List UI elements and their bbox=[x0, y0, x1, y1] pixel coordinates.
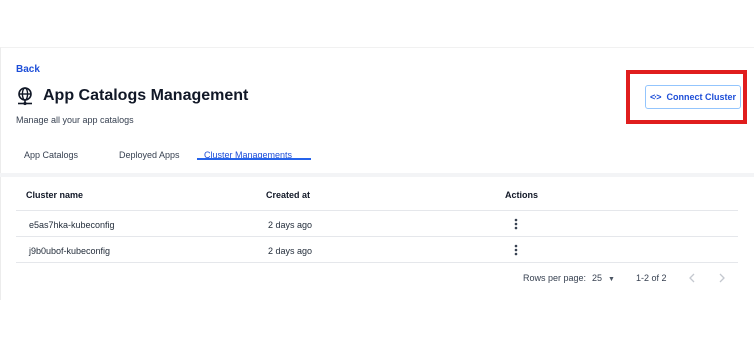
column-header-actions: Actions bbox=[505, 190, 539, 200]
connect-cluster-button[interactable]: <·> Connect Cluster bbox=[645, 85, 741, 109]
code-brackets-icon: <·> bbox=[649, 92, 661, 102]
chevron-left-icon[interactable] bbox=[686, 271, 698, 285]
page-subtitle: Manage all your app catalogs bbox=[16, 115, 134, 125]
pagination-range: 1-2 of 2 bbox=[636, 273, 667, 283]
globe-network-icon bbox=[15, 86, 35, 106]
back-link[interactable]: Back bbox=[16, 64, 40, 75]
created-at-cell: 2 days ago bbox=[268, 220, 313, 230]
tab-cluster-managements[interactable]: Cluster Managements bbox=[197, 145, 311, 160]
tab-app-catalogs[interactable]: App Catalogs bbox=[24, 145, 94, 160]
rows-per-page-value: 25 bbox=[592, 273, 603, 283]
row-divider bbox=[16, 262, 738, 263]
rows-per-page-label: Rows per page: bbox=[523, 273, 587, 283]
created-at-cell: 2 days ago bbox=[268, 246, 313, 256]
caret-down-icon: ▼ bbox=[608, 276, 615, 283]
cluster-name-cell: j9b0ubof-kubeconfig bbox=[29, 246, 111, 256]
page-header: App Catalogs Management bbox=[15, 86, 248, 106]
tab-deployed-apps[interactable]: Deployed Apps bbox=[119, 145, 189, 160]
column-header-created-at: Created at bbox=[266, 190, 311, 200]
chevron-right-icon[interactable] bbox=[716, 271, 728, 285]
table-row: j9b0ubof-kubeconfig 2 days ago bbox=[16, 237, 738, 263]
connect-cluster-label: Connect Cluster bbox=[666, 92, 737, 102]
cluster-name-cell: e5as7hka-kubeconfig bbox=[29, 220, 115, 230]
rows-per-page-select[interactable]: 25 ▼ bbox=[592, 273, 615, 283]
table-row: e5as7hka-kubeconfig 2 days ago bbox=[16, 211, 738, 237]
page-title: App Catalogs Management bbox=[43, 87, 249, 104]
row-actions-kebab-icon[interactable] bbox=[511, 217, 521, 231]
tabs-divider bbox=[0, 173, 754, 177]
row-actions-kebab-icon[interactable] bbox=[511, 243, 521, 257]
column-header-cluster-name: Cluster name bbox=[26, 190, 84, 200]
